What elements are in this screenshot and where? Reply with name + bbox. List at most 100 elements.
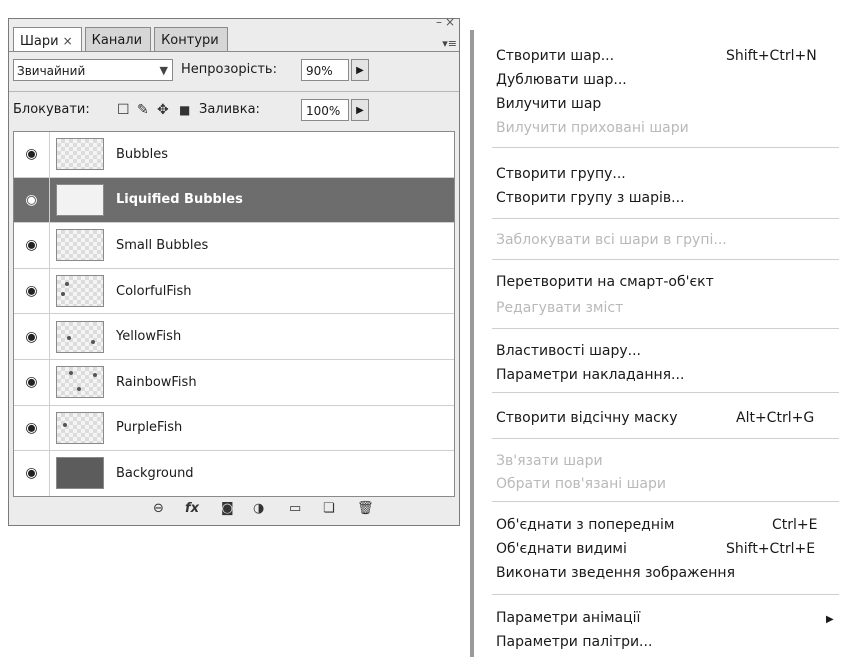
- menu-border: [470, 30, 474, 657]
- tab-channels[interactable]: Канали: [84, 27, 152, 52]
- link-icon[interactable]: ⊖: [153, 501, 164, 516]
- layer-thumbnail: [56, 275, 104, 308]
- menu-separator: [492, 328, 839, 329]
- adjustment-icon[interactable]: ◑: [253, 501, 264, 516]
- folder-icon[interactable]: ▭: [289, 501, 301, 516]
- menu-shortcut: Ctrl+E: [772, 517, 818, 533]
- menu-item-delete-hidden-layers: Вилучити приховані шари: [496, 120, 689, 136]
- new-layer-icon[interactable]: ❏: [323, 501, 335, 516]
- chevron-down-icon: ▼: [159, 64, 168, 77]
- layer-name: Small Bubbles: [116, 237, 209, 253]
- layer-name: Background: [116, 465, 194, 481]
- menu-shortcut: Shift+Ctrl+N: [726, 48, 817, 64]
- menu-item-blending-options[interactable]: Параметри накладання...: [496, 367, 684, 383]
- close-icon[interactable]: ×: [445, 15, 455, 29]
- panel-footer: ⊖ fx ◙ ◑ ▭ ❏ 🗑: [13, 499, 455, 521]
- blend-mode-select[interactable]: Звичайний ▼: [13, 59, 173, 81]
- menu-item-delete-layer[interactable]: Вилучити шар: [496, 96, 601, 112]
- opacity-slider-arrow-icon[interactable]: ▶: [351, 59, 369, 81]
- menu-item-panel-options[interactable]: Параметри палітри...: [496, 634, 652, 650]
- opacity-label: Непрозорість:: [181, 62, 277, 77]
- eye-icon[interactable]: ◉: [14, 177, 50, 223]
- menu-item-duplicate-layer[interactable]: Дублювати шар...: [496, 72, 627, 88]
- fx-icon[interactable]: fx: [185, 501, 199, 516]
- eye-icon[interactable]: ◉: [14, 451, 50, 496]
- menu-item-new-group-from-layers[interactable]: Створити групу з шарів...: [496, 190, 685, 206]
- menu-separator: [492, 438, 839, 439]
- layers-list: ◉ Bubbles ◉ Liquified Bubbles ◉ Small Bu…: [13, 131, 455, 497]
- tab-divider: [9, 51, 459, 52]
- menu-separator: [492, 218, 839, 219]
- blend-row: Звичайний ▼ Непрозорість: 90% ▶: [13, 59, 453, 83]
- layer-row[interactable]: ◉ Small Bubbles: [14, 223, 454, 269]
- menu-item-merge-down[interactable]: Об'єднати з попереднім: [496, 517, 674, 533]
- layers-panel-menu: Створити шар... Shift+Ctrl+N Дублювати ш…: [470, 30, 841, 657]
- menu-separator: [492, 501, 839, 502]
- eye-icon[interactable]: ◉: [14, 359, 50, 405]
- blend-mode-value: Звичайний: [17, 64, 86, 78]
- layer-name: Liquified Bubbles: [116, 192, 243, 208]
- layer-row[interactable]: ◉ Background: [14, 451, 454, 496]
- fill-input[interactable]: 100%: [301, 99, 349, 121]
- lock-label: Блокувати:: [13, 102, 90, 117]
- lock-image-icon[interactable]: ✎: [137, 102, 149, 118]
- menu-item-layer-properties[interactable]: Властивості шару...: [496, 343, 641, 359]
- submenu-arrow-icon: ▶: [826, 614, 834, 625]
- layer-row[interactable]: ◉ RainbowFish: [14, 359, 454, 406]
- divider: [9, 91, 459, 92]
- menu-item-lock-all-layers: Заблокувати всі шари в групі...: [496, 232, 727, 248]
- fill-label: Заливка:: [199, 102, 260, 117]
- layer-thumbnail: [56, 138, 104, 171]
- layer-row[interactable]: ◉ YellowFish: [14, 314, 454, 360]
- menu-item-link-layers: Зв'язати шари: [496, 453, 603, 469]
- layer-row[interactable]: ◉ Bubbles: [14, 132, 454, 178]
- trash-icon[interactable]: 🗑: [357, 501, 374, 516]
- collapse-icon[interactable]: –: [436, 15, 442, 29]
- layer-row[interactable]: ◉ Liquified Bubbles: [14, 177, 454, 224]
- layer-name: PurpleFish: [116, 420, 183, 436]
- layer-thumbnail: [56, 320, 104, 353]
- layer-row[interactable]: ◉ ColorfulFish: [14, 268, 454, 315]
- tab-label: Канали: [91, 33, 143, 48]
- mask-icon[interactable]: ◙: [221, 501, 234, 516]
- menu-separator: [492, 594, 839, 595]
- layer-name: Bubbles: [116, 146, 169, 162]
- eye-icon[interactable]: ◉: [14, 268, 50, 314]
- lock-position-icon[interactable]: ✥: [157, 102, 169, 118]
- eye-icon[interactable]: ◉: [14, 405, 50, 451]
- layer-thumbnail: [56, 457, 104, 490]
- close-tab-icon[interactable]: ×: [63, 34, 73, 48]
- tab-paths[interactable]: Контури: [154, 27, 228, 52]
- eye-icon[interactable]: ◉: [14, 132, 50, 177]
- fill-slider-arrow-icon[interactable]: ▶: [351, 99, 369, 121]
- panel-window-controls: – ×: [433, 15, 455, 29]
- layer-thumbnail: [56, 411, 104, 444]
- panel-menu-icon[interactable]: ▾≡: [442, 37, 457, 50]
- menu-item-select-linked-layers: Обрати пов'язані шари: [496, 476, 666, 492]
- menu-item-convert-smart-object[interactable]: Перетворити на смарт-об'єкт: [496, 274, 714, 290]
- menu-shortcut: Alt+Ctrl+G: [736, 410, 815, 426]
- layer-name: RainbowFish: [116, 374, 197, 390]
- lock-transparency-icon[interactable]: ☐: [117, 102, 130, 118]
- layer-thumbnail: [56, 229, 104, 262]
- eye-icon[interactable]: ◉: [14, 223, 50, 268]
- layer-name: YellowFish: [116, 329, 182, 345]
- layer-thumbnail: [56, 366, 104, 399]
- tab-layers[interactable]: Шари ×: [13, 27, 82, 52]
- menu-item-merge-visible[interactable]: Об'єднати видимі: [496, 541, 627, 557]
- tab-label: Шари: [20, 34, 59, 49]
- menu-item-animation-options[interactable]: Параметри анімації: [496, 610, 640, 626]
- menu-item-create-clipping-mask[interactable]: Створити відсічну маску: [496, 410, 678, 426]
- menu-item-new-group[interactable]: Створити групу...: [496, 166, 626, 182]
- eye-icon[interactable]: ◉: [14, 314, 50, 359]
- menu-separator: [492, 392, 839, 393]
- tab-label: Контури: [161, 33, 219, 48]
- menu-item-flatten-image[interactable]: Виконати зведення зображення: [496, 565, 735, 581]
- layer-row[interactable]: ◉ PurpleFish: [14, 405, 454, 452]
- menu-item-new-layer[interactable]: Створити шар...: [496, 48, 614, 64]
- menu-shortcut: Shift+Ctrl+E: [726, 541, 816, 557]
- lock-all-icon[interactable]: ■: [179, 103, 190, 117]
- lock-row: Блокувати: ☐ ✎ ✥ ■ Заливка: 100% ▶: [13, 99, 453, 123]
- opacity-input[interactable]: 90%: [301, 59, 349, 81]
- menu-separator: [492, 259, 839, 260]
